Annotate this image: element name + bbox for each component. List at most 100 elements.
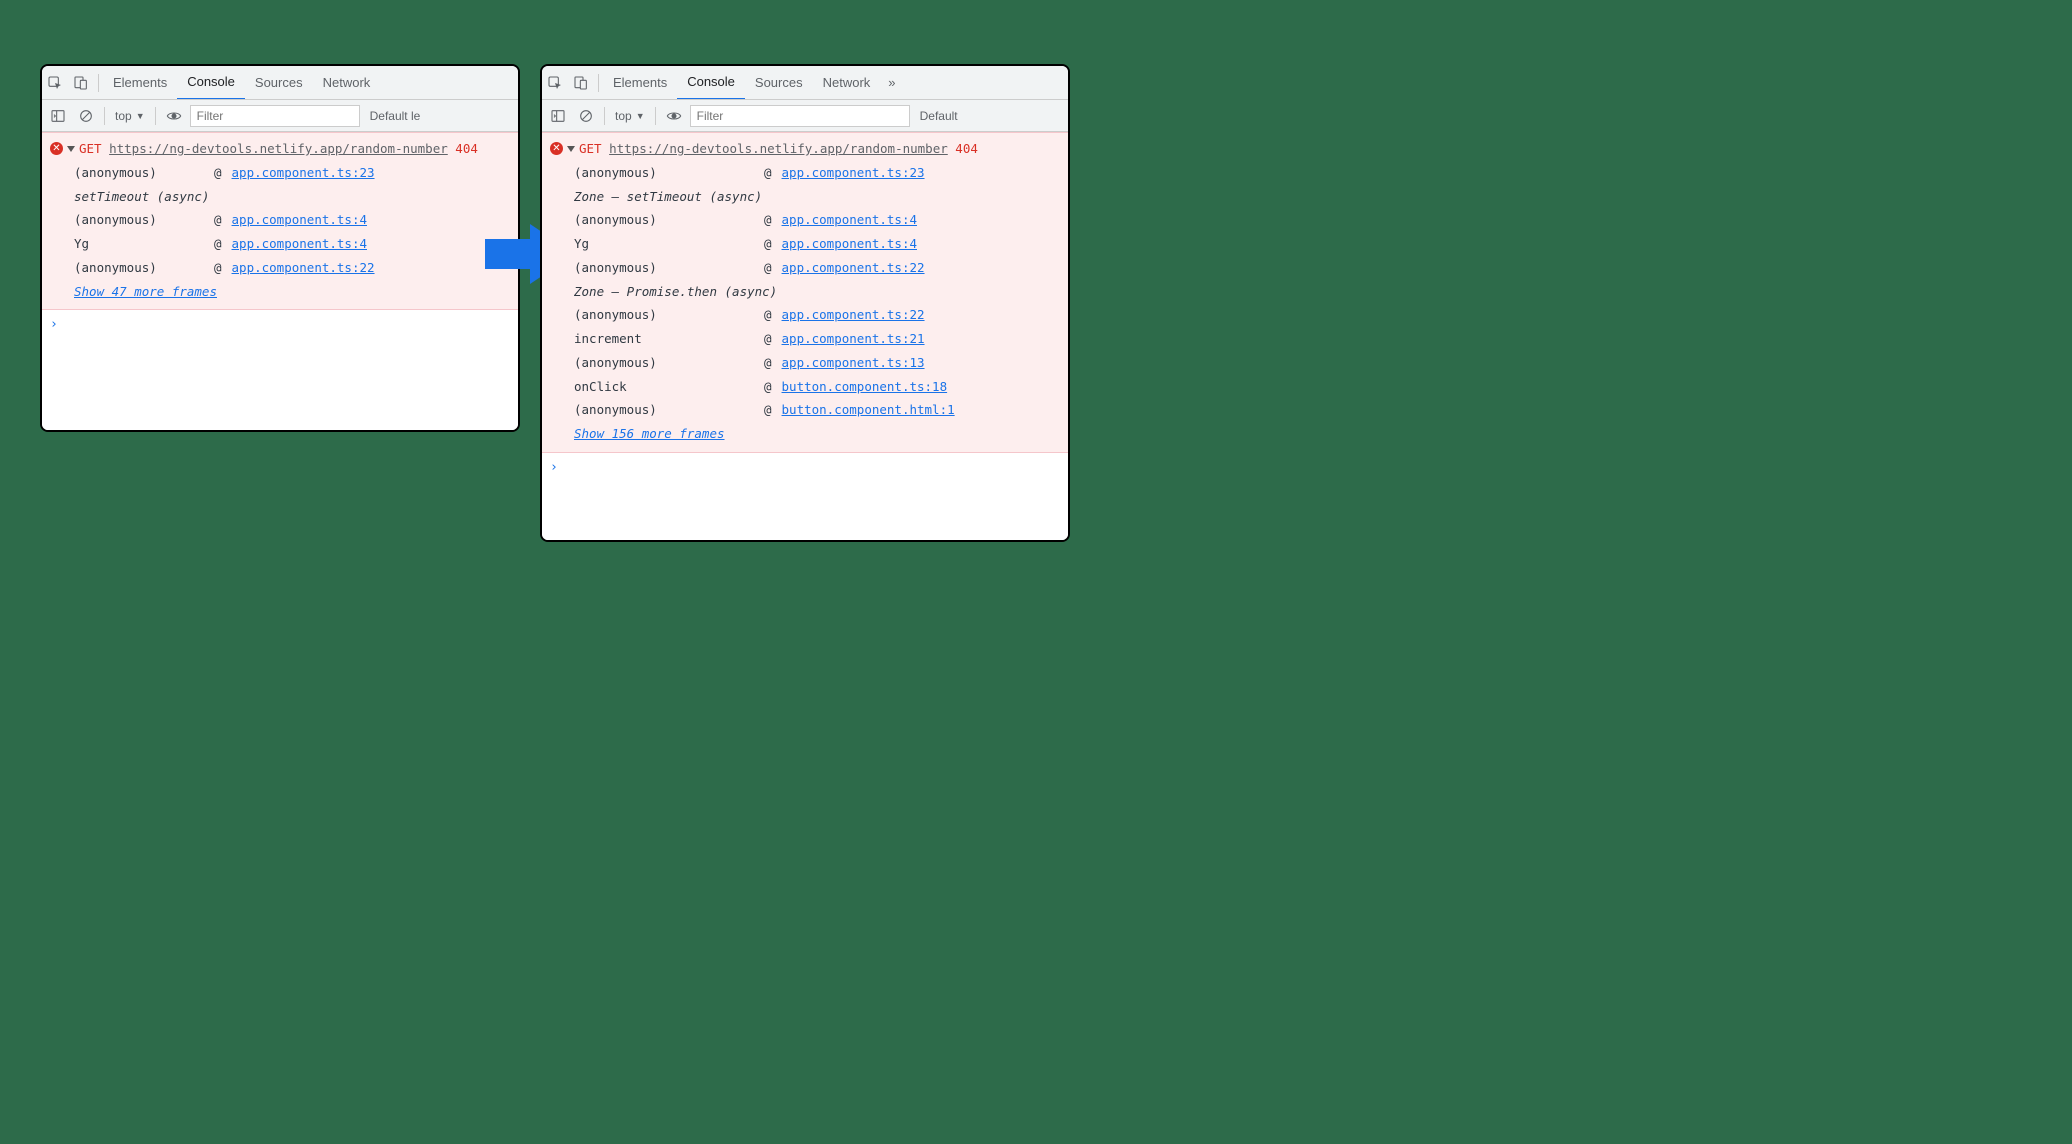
divider [655, 107, 656, 125]
frame-function: (anonymous) [574, 398, 754, 422]
stack-frame: (anonymous) @ app.component.ts:4 [50, 208, 510, 232]
context-selector[interactable]: top ▼ [611, 109, 649, 123]
frame-function: Yg [574, 232, 754, 256]
tab-sources[interactable]: Sources [245, 66, 313, 100]
eye-icon[interactable] [162, 104, 186, 128]
frame-function: (anonymous) [74, 208, 204, 232]
device-toggle-icon[interactable] [68, 66, 94, 100]
frame-source-link[interactable]: button.component.ts:18 [782, 375, 948, 399]
eye-icon[interactable] [662, 104, 686, 128]
tab-network[interactable]: Network [813, 66, 881, 100]
stack-frame: onClick @ button.component.ts:18 [550, 375, 1060, 399]
frame-source-link[interactable]: app.component.ts:4 [782, 208, 917, 232]
clear-console-icon[interactable] [74, 104, 98, 128]
inspect-icon[interactable] [542, 66, 568, 100]
frame-function: (anonymous) [574, 208, 754, 232]
at-symbol: @ [764, 232, 772, 256]
more-tabs-icon[interactable]: » [880, 75, 903, 90]
http-method: GET [579, 141, 602, 156]
frame-function: Yg [74, 232, 204, 256]
console-output: ✕ GET https://ng-devtools.netlify.app/ra… [42, 132, 518, 430]
stack-frame: (anonymous) @ app.component.ts:23 [50, 161, 510, 185]
stack-frame: (anonymous) @ app.component.ts:22 [550, 256, 1060, 280]
clear-console-icon[interactable] [574, 104, 598, 128]
chevron-down-icon: ▼ [136, 111, 145, 121]
frame-function: (anonymous) [74, 256, 204, 280]
error-message: ✕ GET https://ng-devtools.netlify.app/ra… [542, 132, 1068, 453]
async-boundary: Zone — Promise.then (async) [550, 280, 1060, 304]
console-prompt[interactable]: › [542, 453, 1068, 484]
stack-frame: (anonymous) @ app.component.ts:13 [550, 351, 1060, 375]
request-url[interactable]: https://ng-devtools.netlify.app/random-n… [609, 141, 948, 156]
frame-source-link[interactable]: app.component.ts:21 [782, 327, 925, 351]
log-levels[interactable]: Default le [364, 109, 421, 123]
tab-console[interactable]: Console [677, 66, 745, 100]
frame-function: (anonymous) [574, 303, 754, 327]
device-toggle-icon[interactable] [568, 66, 594, 100]
frame-function: (anonymous) [574, 351, 754, 375]
error-header[interactable]: ✕ GET https://ng-devtools.netlify.app/ra… [550, 137, 1060, 161]
log-levels[interactable]: Default [914, 109, 958, 123]
at-symbol: @ [214, 161, 222, 185]
frame-source-link[interactable]: app.component.ts:22 [782, 256, 925, 280]
context-label: top [115, 109, 132, 123]
async-boundary: setTimeout (async) [50, 185, 510, 209]
show-more-frames-link[interactable]: Show 47 more frames [50, 280, 510, 304]
divider [98, 74, 99, 92]
frame-source-link[interactable]: app.component.ts:4 [232, 232, 367, 256]
stack-frame: Yg @ app.component.ts:4 [50, 232, 510, 256]
async-boundary: Zone — setTimeout (async) [550, 185, 1060, 209]
frame-source-link[interactable]: app.component.ts:22 [782, 303, 925, 327]
tab-network[interactable]: Network [313, 66, 381, 100]
stack-frame: (anonymous) @ app.component.ts:23 [550, 161, 1060, 185]
at-symbol: @ [764, 161, 772, 185]
at-symbol: @ [764, 303, 772, 327]
devtools-panel-after: Elements Console Sources Network » top ▼… [540, 64, 1070, 542]
error-header[interactable]: ✕ GET https://ng-devtools.netlify.app/ra… [50, 137, 510, 161]
console-toolbar: top ▼ Default le [42, 100, 518, 132]
filter-input[interactable] [190, 105, 360, 127]
frame-source-link[interactable]: button.component.html:1 [782, 398, 955, 422]
error-icon: ✕ [550, 142, 563, 155]
stack-frame: (anonymous) @ app.component.ts:4 [550, 208, 1060, 232]
context-selector[interactable]: top ▼ [111, 109, 149, 123]
frame-source-link[interactable]: app.component.ts:13 [782, 351, 925, 375]
divider [155, 107, 156, 125]
error-message: ✕ GET https://ng-devtools.netlify.app/ra… [42, 132, 518, 310]
inspect-icon[interactable] [42, 66, 68, 100]
at-symbol: @ [764, 256, 772, 280]
at-symbol: @ [764, 327, 772, 351]
sidebar-toggle-icon[interactable] [46, 104, 70, 128]
stack-frame: increment @ app.component.ts:21 [550, 327, 1060, 351]
tab-bar: Elements Console Sources Network » [542, 66, 1068, 100]
expand-caret-icon[interactable] [67, 146, 75, 152]
stack-frame: Yg @ app.component.ts:4 [550, 232, 1060, 256]
frame-source-link[interactable]: app.component.ts:23 [782, 161, 925, 185]
frame-function: increment [574, 327, 754, 351]
tab-sources[interactable]: Sources [745, 66, 813, 100]
show-more-frames-link[interactable]: Show 156 more frames [550, 422, 1060, 446]
sidebar-toggle-icon[interactable] [546, 104, 570, 128]
tab-bar: Elements Console Sources Network [42, 66, 518, 100]
at-symbol: @ [214, 232, 222, 256]
divider [598, 74, 599, 92]
request-url[interactable]: https://ng-devtools.netlify.app/random-n… [109, 141, 448, 156]
console-prompt[interactable]: › [42, 310, 518, 341]
at-symbol: @ [764, 375, 772, 399]
divider [604, 107, 605, 125]
frame-source-link[interactable]: app.component.ts:4 [232, 208, 367, 232]
frame-source-link[interactable]: app.component.ts:23 [232, 161, 375, 185]
devtools-panel-before: Elements Console Sources Network top ▼ D… [40, 64, 520, 432]
tab-console[interactable]: Console [177, 66, 245, 100]
filter-input[interactable] [690, 105, 910, 127]
http-status: 404 [955, 141, 978, 156]
at-symbol: @ [764, 351, 772, 375]
tab-elements[interactable]: Elements [603, 66, 677, 100]
frame-source-link[interactable]: app.component.ts:4 [782, 232, 917, 256]
at-symbol: @ [764, 208, 772, 232]
tab-elements[interactable]: Elements [103, 66, 177, 100]
stack-frame: (anonymous) @ app.component.ts:22 [550, 303, 1060, 327]
expand-caret-icon[interactable] [567, 146, 575, 152]
frame-source-link[interactable]: app.component.ts:22 [232, 256, 375, 280]
frame-function: onClick [574, 375, 754, 399]
